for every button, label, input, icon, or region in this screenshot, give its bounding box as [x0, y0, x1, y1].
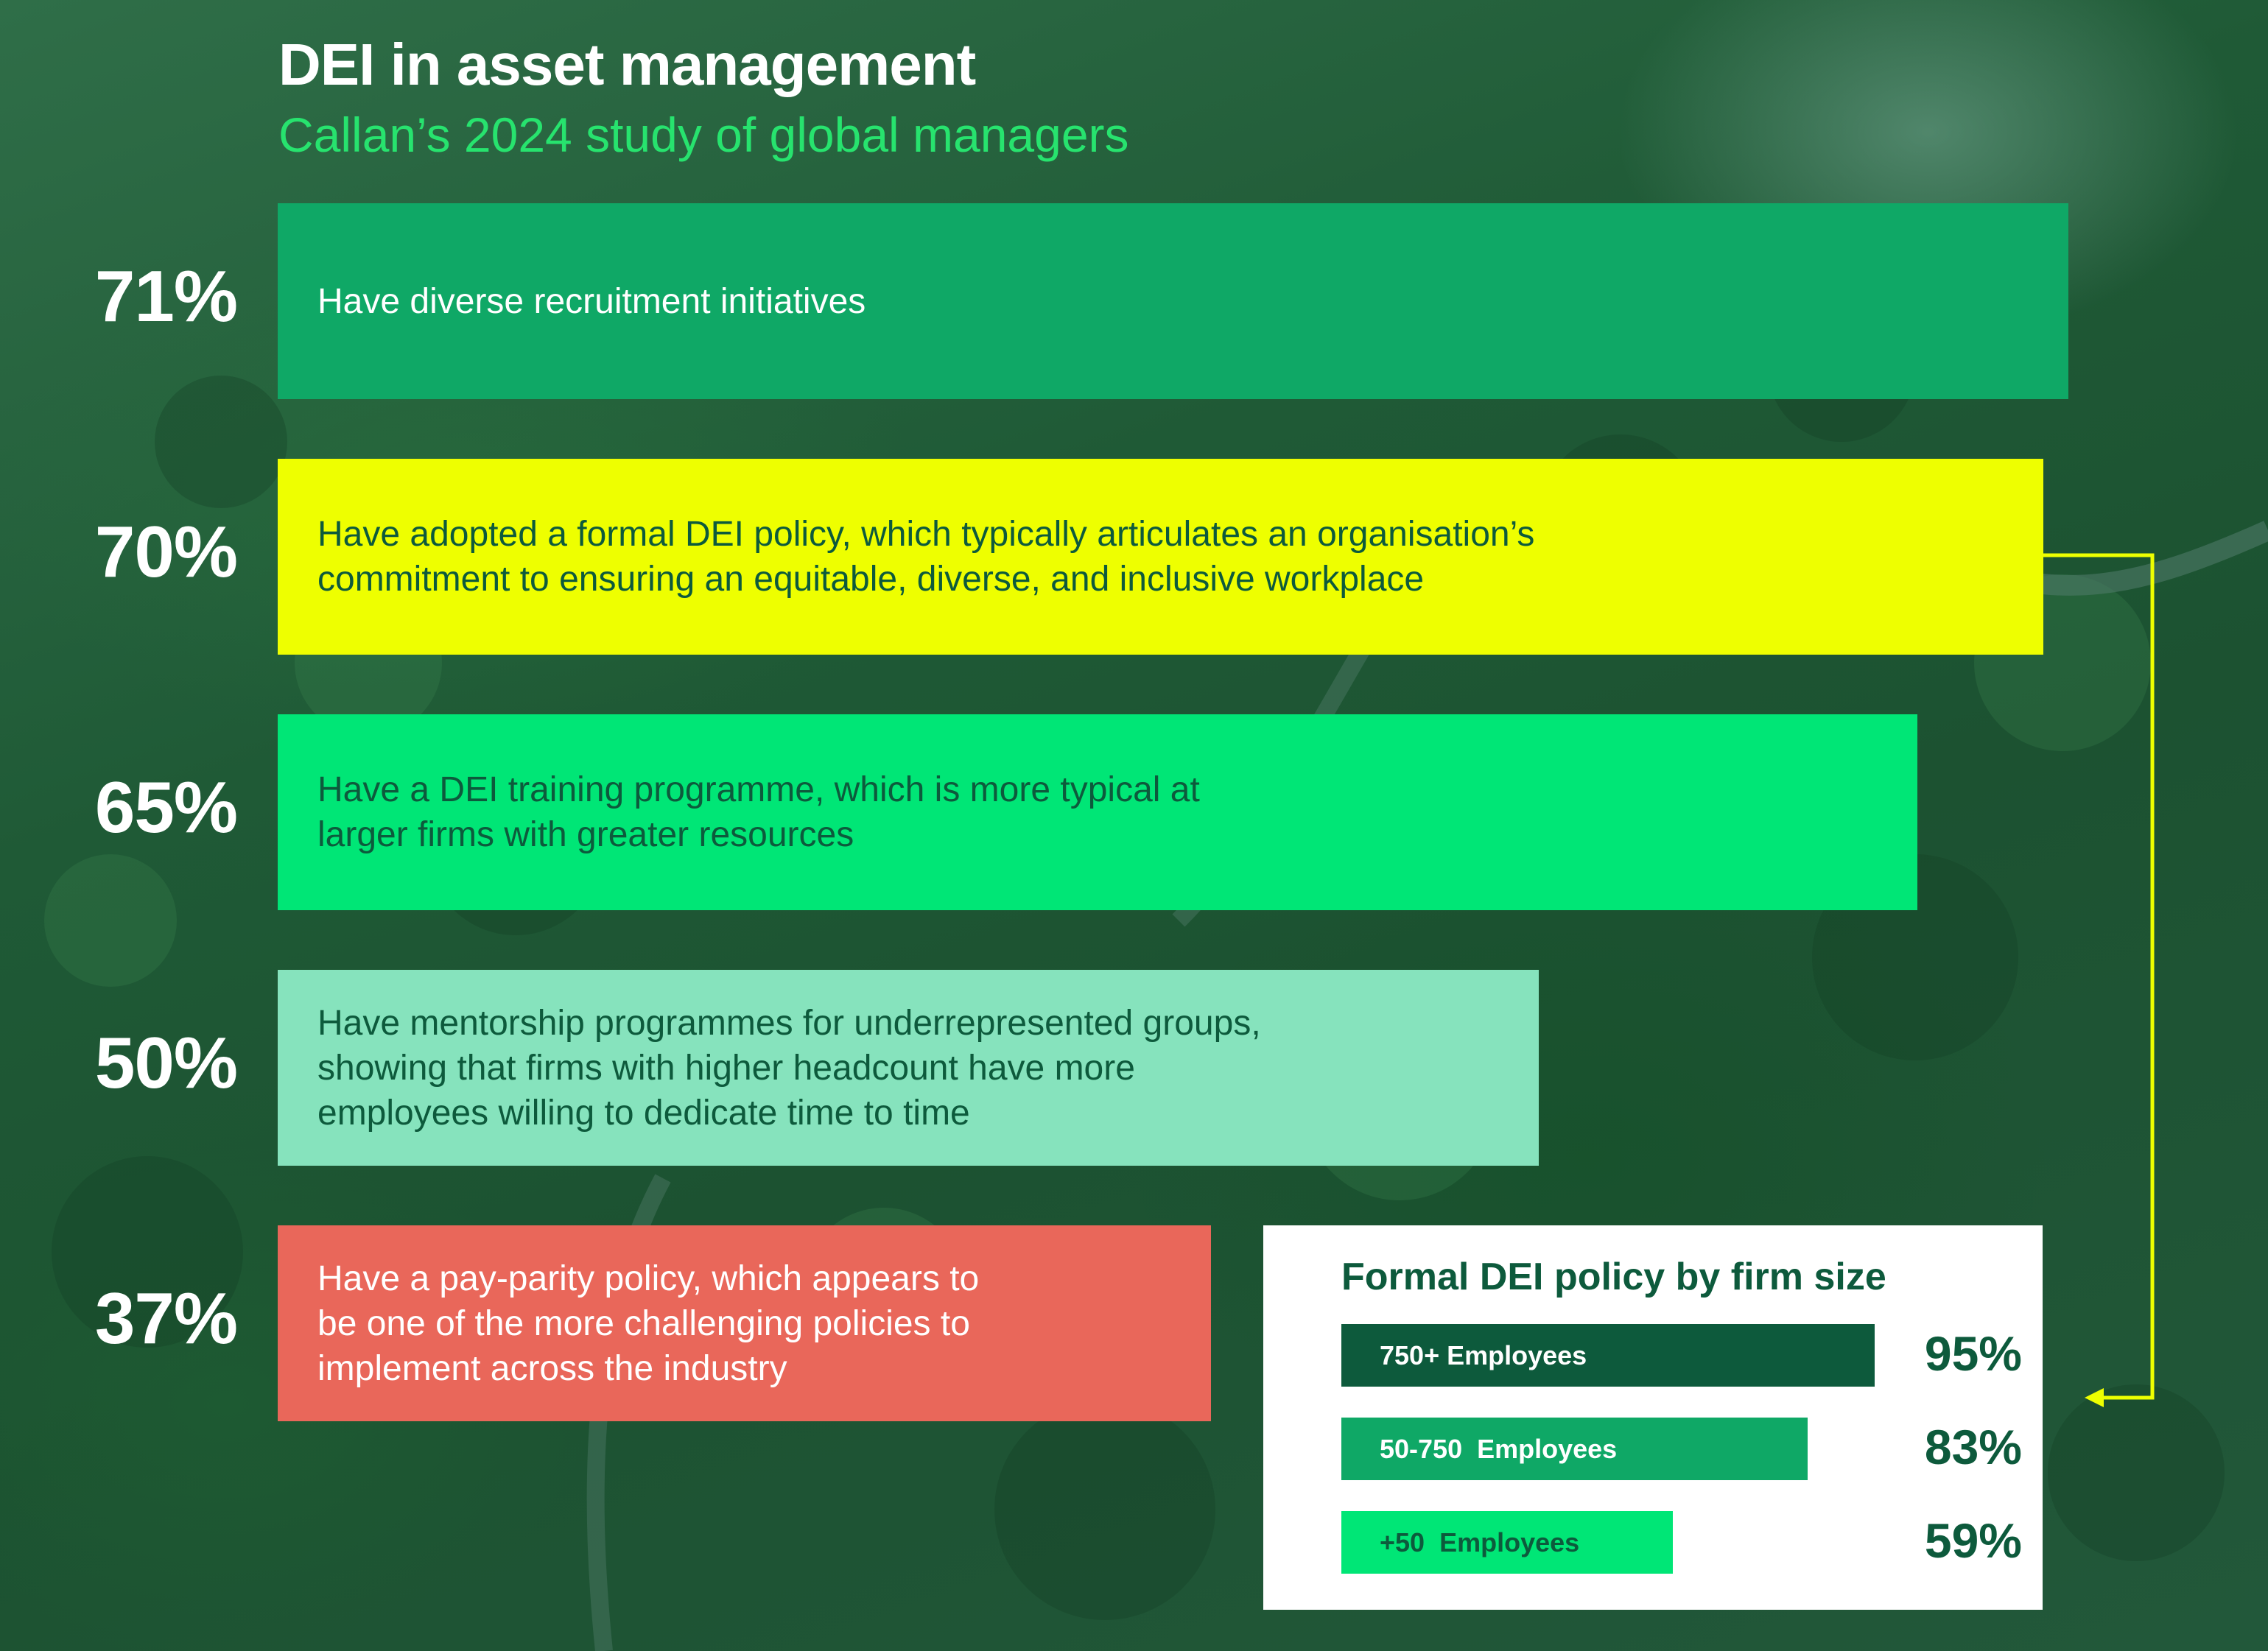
firm-size-bar-1: 750+ Employees [1341, 1324, 1875, 1387]
bar-label-1: Have diverse recruitment initiatives [317, 281, 866, 321]
bar-value-1: 71% [94, 256, 238, 337]
bar-label-2: Have adopted a formal DEI policy, which … [317, 515, 1535, 599]
firm-size-bar-2: 50-750 Employees [1341, 1418, 1808, 1480]
firm-size-panel: Formal DEI policy by firm size 750+ Empl… [1263, 1225, 2043, 1610]
page-title: DEI in asset management [278, 32, 976, 97]
firm-size-label-2: 50-750 Employees [1380, 1433, 1618, 1464]
bar-label-3: Have a DEI training programme, which is … [317, 770, 1200, 854]
bar-5: Have a pay-parity policy, which appears … [278, 1225, 1211, 1421]
bar-value-3: 65% [94, 767, 238, 848]
bar-value-4: 50% [94, 1022, 238, 1103]
bar-label-4: Have mentorship programmes for underrepr… [317, 1003, 1261, 1133]
firm-size-bar-3: +50 Employees [1341, 1511, 1673, 1574]
firm-size-value-2: 83% [1924, 1420, 2022, 1474]
bar-4: Have mentorship programmes for underrepr… [278, 970, 1539, 1166]
firm-size-label-3: +50 Employees [1380, 1527, 1580, 1557]
firm-size-value-3: 59% [1924, 1513, 2022, 1568]
firm-size-value-1: 95% [1924, 1326, 2022, 1381]
bar-value-2: 70% [94, 511, 238, 592]
firm-size-title: Formal DEI policy by firm size [1341, 1256, 1886, 1298]
firm-size-label-1: 750+ Employees [1380, 1340, 1587, 1370]
bar-3: Have a DEI training programme, which is … [278, 714, 1917, 910]
bar-2: Have adopted a formal DEI policy, which … [278, 459, 2043, 655]
bar-label-5: Have a pay-parity policy, which appears … [317, 1259, 980, 1388]
bar-value-5: 37% [94, 1278, 238, 1359]
bar-1: Have diverse recruitment initiatives [278, 203, 2068, 399]
page-subtitle: Callan’s 2024 study of global managers [278, 108, 1129, 162]
